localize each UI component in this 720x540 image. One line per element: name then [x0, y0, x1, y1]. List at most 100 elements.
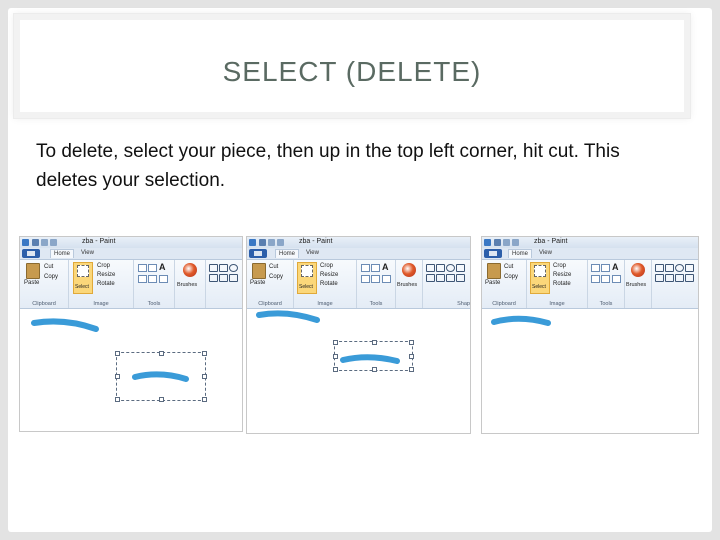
rounded-rect-shape-icon[interactable] — [685, 264, 694, 272]
file-menu-button[interactable] — [249, 249, 267, 258]
tab-home[interactable]: Home — [508, 249, 533, 258]
brushes-icon[interactable] — [183, 263, 197, 277]
rotate-button[interactable]: Rotate — [320, 281, 338, 287]
redo-icon[interactable] — [512, 239, 519, 246]
undo-icon[interactable] — [503, 239, 510, 246]
text-tool-icon[interactable]: A — [382, 262, 389, 272]
rectangle-shape-icon[interactable] — [209, 274, 218, 282]
tab-view[interactable]: View — [303, 249, 322, 257]
selection-handle[interactable] — [115, 397, 120, 402]
selection-handle[interactable] — [159, 397, 164, 402]
fill-icon[interactable] — [601, 264, 610, 272]
line-shape-icon[interactable] — [655, 264, 664, 272]
copy-button[interactable]: Copy — [269, 274, 283, 280]
brushes-icon[interactable] — [631, 263, 645, 277]
line-shape-icon[interactable] — [426, 264, 435, 272]
cut-button[interactable]: Cut — [269, 264, 278, 270]
file-menu-button[interactable] — [22, 249, 40, 258]
rotate-button[interactable]: Rotate — [97, 281, 115, 287]
save-icon[interactable] — [494, 239, 501, 246]
cut-button[interactable]: Cut — [504, 264, 513, 270]
hexagon-shape-icon[interactable] — [456, 274, 465, 282]
oval-shape-icon[interactable] — [229, 264, 238, 272]
eraser-icon[interactable] — [361, 275, 370, 283]
paint-canvas[interactable] — [482, 309, 698, 433]
selection-handle[interactable] — [333, 367, 338, 372]
text-tool-icon[interactable]: A — [159, 262, 166, 272]
color-picker-icon[interactable] — [371, 275, 380, 283]
triangle-shape-icon[interactable] — [446, 274, 455, 282]
fill-icon[interactable] — [148, 264, 157, 272]
selection-handle[interactable] — [202, 374, 207, 379]
curve-shape-icon[interactable] — [219, 264, 228, 272]
rectangle-shape-icon[interactable] — [426, 274, 435, 282]
polygon-shape-icon[interactable] — [436, 274, 445, 282]
resize-button[interactable]: Resize — [97, 272, 115, 278]
save-icon[interactable] — [32, 239, 39, 246]
selection-handle[interactable] — [115, 374, 120, 379]
selection-handle[interactable] — [115, 351, 120, 356]
paste-icon[interactable] — [487, 263, 501, 279]
paint-canvas[interactable] — [20, 309, 242, 431]
curve-shape-icon[interactable] — [665, 264, 674, 272]
selection-handle[interactable] — [409, 354, 414, 359]
paste-icon[interactable] — [252, 263, 266, 279]
triangle-shape-icon[interactable] — [229, 274, 238, 282]
curve-shape-icon[interactable] — [436, 264, 445, 272]
selection-handle[interactable] — [372, 367, 377, 372]
cut-button[interactable]: Cut — [44, 264, 53, 270]
selection-handle[interactable] — [202, 351, 207, 356]
tab-home[interactable]: Home — [275, 249, 300, 258]
tab-home[interactable]: Home — [50, 249, 75, 258]
rounded-rect-shape-icon[interactable] — [456, 264, 465, 272]
redo-icon[interactable] — [50, 239, 57, 246]
selection-handle[interactable] — [409, 367, 414, 372]
pencil-icon[interactable] — [591, 264, 600, 272]
resize-button[interactable]: Resize — [320, 272, 338, 278]
polygon-shape-icon[interactable] — [665, 274, 674, 282]
tab-view[interactable]: View — [78, 249, 97, 257]
paste-icon[interactable] — [26, 263, 40, 279]
crop-button[interactable]: Crop — [97, 263, 110, 269]
pencil-icon[interactable] — [361, 264, 370, 272]
triangle-shape-icon[interactable] — [675, 274, 684, 282]
polygon-shape-icon[interactable] — [219, 274, 228, 282]
magnifier-icon[interactable] — [382, 275, 391, 283]
file-menu-button[interactable] — [484, 249, 502, 258]
save-icon[interactable] — [259, 239, 266, 246]
resize-button[interactable]: Resize — [553, 272, 571, 278]
selection-handle[interactable] — [409, 340, 414, 345]
selection-rectangle[interactable] — [333, 340, 414, 372]
tab-view[interactable]: View — [536, 249, 555, 257]
crop-button[interactable]: Crop — [320, 263, 333, 269]
selection-rectangle[interactable] — [115, 351, 207, 402]
selection-handle[interactable] — [333, 354, 338, 359]
magnifier-icon[interactable] — [612, 275, 621, 283]
hexagon-shape-icon[interactable] — [685, 274, 694, 282]
selection-handle[interactable] — [372, 340, 377, 345]
paint-canvas[interactable] — [247, 309, 470, 433]
rectangle-shape-icon[interactable] — [655, 274, 664, 282]
undo-icon[interactable] — [41, 239, 48, 246]
eraser-icon[interactable] — [138, 275, 147, 283]
magnifier-icon[interactable] — [159, 275, 168, 283]
redo-icon[interactable] — [277, 239, 284, 246]
fill-icon[interactable] — [371, 264, 380, 272]
crop-button[interactable]: Crop — [553, 263, 566, 269]
color-picker-icon[interactable] — [601, 275, 610, 283]
selection-handle[interactable] — [159, 351, 164, 356]
pencil-icon[interactable] — [138, 264, 147, 272]
oval-shape-icon[interactable] — [446, 264, 455, 272]
rotate-button[interactable]: Rotate — [553, 281, 571, 287]
copy-button[interactable]: Copy — [44, 274, 58, 280]
selection-handle[interactable] — [202, 397, 207, 402]
text-tool-icon[interactable]: A — [612, 262, 619, 272]
eraser-icon[interactable] — [591, 275, 600, 283]
oval-shape-icon[interactable] — [675, 264, 684, 272]
brushes-icon[interactable] — [402, 263, 416, 277]
line-shape-icon[interactable] — [209, 264, 218, 272]
copy-button[interactable]: Copy — [504, 274, 518, 280]
selection-handle[interactable] — [333, 340, 338, 345]
color-picker-icon[interactable] — [148, 275, 157, 283]
undo-icon[interactable] — [268, 239, 275, 246]
